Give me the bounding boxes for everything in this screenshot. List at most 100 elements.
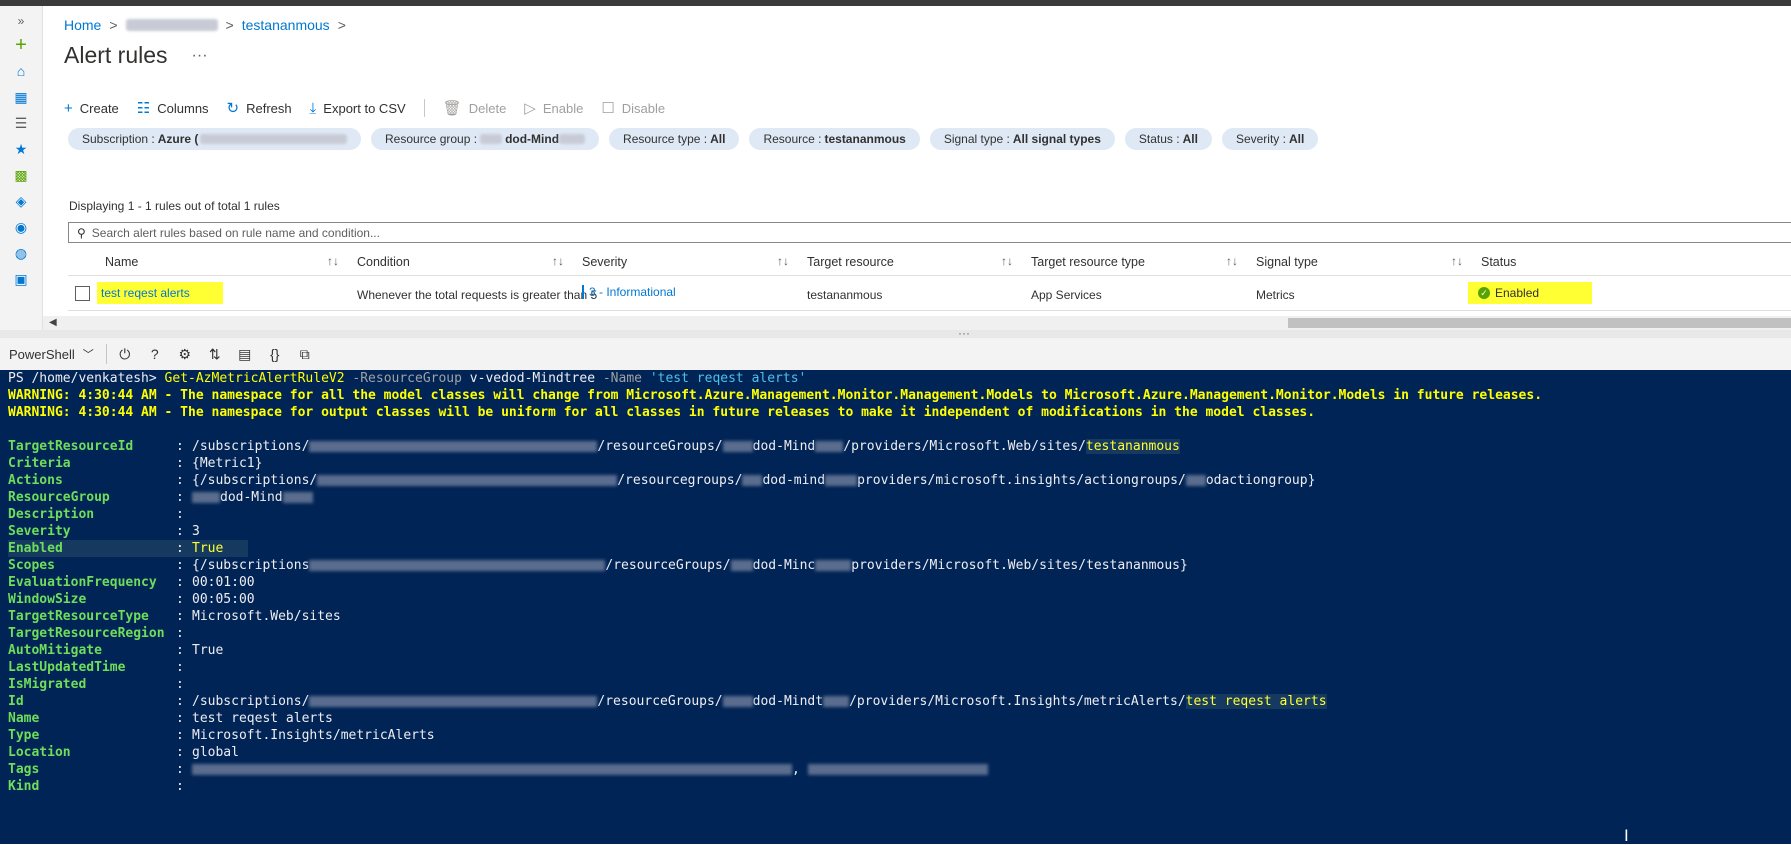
field-colon: : xyxy=(176,507,184,522)
value-part: dod-Mind xyxy=(220,490,283,505)
filter-value: testananmous xyxy=(824,132,906,146)
redacted-text xyxy=(1185,475,1206,486)
sort-icon[interactable]: ↑↓ xyxy=(1451,254,1463,268)
filter-value: dod-Mind xyxy=(505,132,560,146)
breadcrumb-home[interactable]: Home xyxy=(64,17,101,33)
app-services-globe-icon[interactable]: ◉ xyxy=(12,218,30,236)
terminal-output[interactable]: PS /home/venkatesh> Get-AzMetricAlertRul… xyxy=(0,370,1791,844)
redacted-text xyxy=(309,441,598,452)
filter-resource-type[interactable]: Resource type : All xyxy=(609,128,740,150)
redacted-text xyxy=(480,134,503,144)
refresh-button[interactable]: ↻ Refresh xyxy=(227,99,292,117)
scrollbar-thumb[interactable] xyxy=(1288,318,1791,328)
pane-splitter[interactable]: ··· xyxy=(0,326,1791,340)
field-colon: : xyxy=(176,575,184,590)
field-key: TargetResourceRegion xyxy=(8,626,165,641)
field-colon: : xyxy=(176,660,184,675)
settings-gear-icon[interactable]: ⚙ xyxy=(176,346,194,363)
web-preview-icon[interactable]: ⧉ xyxy=(296,346,314,363)
expand-menu-icon[interactable]: » xyxy=(12,12,30,30)
columns-button[interactable]: ☷ Columns xyxy=(137,99,209,117)
field-key: ResourceGroup xyxy=(8,490,110,505)
field-value: 3 xyxy=(192,524,200,539)
create-resource-icon[interactable]: + xyxy=(12,34,30,56)
filter-label: Signal type : xyxy=(943,132,1010,146)
field-value: global xyxy=(192,745,239,760)
braces-icon[interactable]: {} xyxy=(266,346,284,362)
field-key: Type xyxy=(8,728,40,743)
value-part: test reqest alerts xyxy=(1185,694,1327,709)
value-part: /resourceGroups/ xyxy=(597,694,723,709)
sort-icon[interactable]: ↑↓ xyxy=(1001,254,1013,268)
search-input[interactable]: ⚲ Search alert rules based on rule name … xyxy=(68,222,1791,243)
search-placeholder: Search alert rules based on rule name an… xyxy=(91,225,380,240)
breadcrumb-redacted[interactable] xyxy=(125,19,218,31)
col-target-resource-type[interactable]: Target resource type xyxy=(1031,255,1145,269)
open-editor-icon[interactable]: ▤ xyxy=(236,346,254,363)
sort-icon[interactable]: ↑↓ xyxy=(1226,254,1238,268)
horizontal-scrollbar[interactable]: ◀ xyxy=(43,316,1791,330)
filter-status[interactable]: Status : All xyxy=(1124,128,1212,150)
field-value: True xyxy=(192,540,224,557)
delete-button[interactable]: 🗑 Delete xyxy=(443,99,507,117)
redacted-text xyxy=(815,441,844,452)
filter-value: All xyxy=(710,132,726,146)
row-checkbox[interactable] xyxy=(75,286,90,301)
sort-icon[interactable]: ↑↓ xyxy=(552,254,564,268)
filter-resource-group[interactable]: Resource group : dod-Mind xyxy=(371,128,600,150)
col-condition[interactable]: Condition xyxy=(357,255,410,269)
col-severity[interactable]: Severity xyxy=(582,255,627,269)
virtual-machines-icon[interactable]: ▣ xyxy=(12,270,30,288)
rule-name-link[interactable]: test reqest alerts xyxy=(97,282,223,304)
col-signal-type[interactable]: Signal type xyxy=(1256,255,1318,269)
col-target-resource[interactable]: Target resource xyxy=(807,255,894,269)
all-resources-icon[interactable]: ▩ xyxy=(12,166,30,184)
value-part: /resourceGroups/ xyxy=(597,439,723,454)
filter-signal-type[interactable]: Signal type : All signal types xyxy=(929,128,1115,150)
toolbar-divider xyxy=(105,344,107,364)
dashboard-icon[interactable]: ▦ xyxy=(12,88,30,106)
field-colon: : xyxy=(176,643,184,658)
filter-resource[interactable]: Resource : testananmous xyxy=(749,128,920,150)
resource-groups-icon[interactable]: ◈ xyxy=(12,192,30,210)
enable-button[interactable]: ▷ Enable xyxy=(524,99,583,117)
scroll-left-icon[interactable]: ◀ xyxy=(49,316,57,330)
help-icon[interactable]: ? xyxy=(146,346,164,362)
filter-pills: Subscription : Azure ( Resource group : do… xyxy=(68,128,1328,150)
redacted-text xyxy=(559,134,586,144)
field-key: Kind xyxy=(8,779,40,794)
filter-label: Severity : xyxy=(1235,132,1286,146)
field-value: {/subscriptions/ /resourcegroups/dod-mind… xyxy=(192,472,1315,489)
field-key: Severity xyxy=(8,524,71,539)
create-button[interactable]: + Create xyxy=(64,100,119,117)
field-value: /subscriptions/ /resourceGroups/dod-Mindt… xyxy=(192,693,1327,710)
field-colon: : xyxy=(176,779,184,794)
filter-severity[interactable]: Severity : All xyxy=(1221,128,1319,150)
breadcrumb-resource[interactable]: testananmous xyxy=(242,17,330,33)
home-icon[interactable]: ⌂ xyxy=(12,62,30,80)
breadcrumb-separator-icon: > xyxy=(109,17,118,33)
value-part: {/subscriptions/ xyxy=(192,473,318,488)
command-line: PS /home/venkatesh> Get-AzMetricAlertRul… xyxy=(8,370,806,387)
favorites-star-icon[interactable]: ★ xyxy=(12,140,30,158)
shell-selector[interactable]: PowerShell ﹀ xyxy=(9,346,94,362)
field-colon: : xyxy=(176,541,184,556)
col-name[interactable]: Name xyxy=(105,255,138,269)
export-csv-button[interactable]: ⤓ Export to CSV xyxy=(310,100,406,117)
more-options-icon[interactable]: ··· xyxy=(192,47,208,65)
field-value: Microsoft.Insights/metricAlerts xyxy=(192,728,435,743)
col-status[interactable]: Status xyxy=(1481,255,1516,269)
sort-icon[interactable]: ↑↓ xyxy=(777,254,789,268)
disable-button[interactable]: ☐ Disable xyxy=(601,99,665,117)
sort-icon[interactable]: ↑↓ xyxy=(327,254,339,268)
trash-icon: 🗑 xyxy=(442,100,462,117)
upload-download-icon[interactable]: ⇅ xyxy=(206,346,224,363)
filter-subscription[interactable]: Subscription : Azure ( xyxy=(68,128,361,150)
function-app-icon[interactable]: ◍ xyxy=(12,244,30,262)
refresh-label: Refresh xyxy=(246,100,292,116)
filter-label: Subscription : xyxy=(82,132,155,146)
power-restart-icon[interactable]: ⏻ xyxy=(116,346,134,363)
field-colon: : xyxy=(176,439,184,454)
all-services-icon[interactable]: ☰ xyxy=(12,114,30,132)
filter-value: All xyxy=(1182,132,1198,146)
